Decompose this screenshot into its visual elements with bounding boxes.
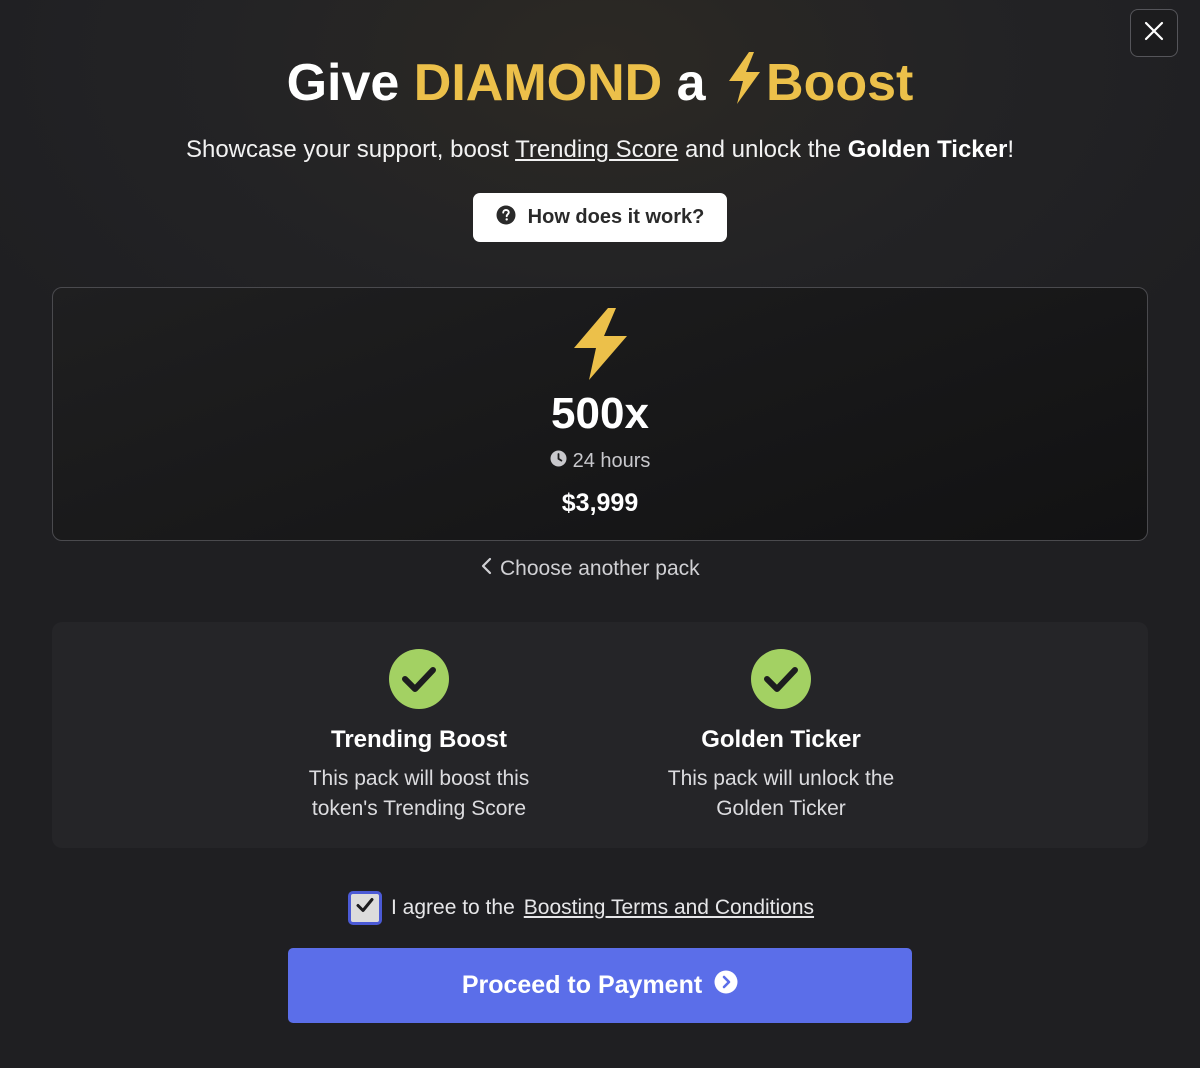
feature-title: Golden Ticker	[701, 726, 861, 753]
choose-another-label: Choose another pack	[500, 557, 700, 580]
title-token-name: DIAMOND	[413, 54, 663, 112]
modal-subtitle: Showcase your support, boost Trending Sc…	[0, 134, 1200, 166]
pack-duration: 24 hours	[0, 450, 1200, 473]
choose-another-pack-link[interactable]: Choose another pack	[480, 554, 724, 584]
arrow-right-circle-icon	[714, 970, 738, 1001]
feature-description: This pack will unlock the Golden Ticker	[631, 764, 931, 824]
question-circle-icon	[496, 205, 516, 231]
check-circle-icon	[269, 648, 569, 710]
pack-multiplier: 500x	[551, 389, 649, 438]
check-circle-icon	[631, 648, 931, 710]
trending-score-link[interactable]: Trending Score	[515, 136, 678, 163]
subtitle-end: !	[1007, 136, 1015, 163]
chevron-left-icon	[480, 557, 492, 581]
title-boost-word: Boost	[766, 54, 914, 112]
feature-golden-ticker: Golden Ticker This pack will unlock the …	[631, 622, 931, 824]
title-middle: a	[676, 54, 706, 112]
proceed-to-payment-button[interactable]: Proceed to Payment	[288, 948, 912, 1023]
feature-description: This pack will boost this token's Trendi…	[269, 764, 569, 824]
feature-description-line: Golden Ticker	[716, 797, 846, 820]
terms-checkbox[interactable]	[348, 891, 382, 925]
how-button-label: How does it work?	[527, 206, 705, 228]
subtitle-text-2: and unlock the	[684, 136, 842, 163]
feature-description-line: This pack will unlock the	[667, 767, 895, 790]
feature-description-line: This pack will boost this	[308, 767, 530, 790]
boost-modal: Give DIAMOND a Boost Showcase your suppo…	[0, 0, 1200, 1068]
pack-features: Trending Boost This pack will boost this…	[52, 622, 1148, 848]
pack-price: $3,999	[561, 489, 639, 517]
feature-description-line: token's Trending Score	[311, 797, 527, 820]
subtitle-text-1: Showcase your support, boost	[185, 136, 509, 163]
lightning-bolt-icon	[724, 50, 764, 121]
feature-title: Trending Boost	[331, 726, 507, 753]
pack-duration-label: 24 hours	[572, 450, 651, 472]
agreement-text: I agree to the	[391, 896, 515, 919]
close-icon	[1144, 21, 1164, 46]
golden-ticker-text: Golden Ticker	[847, 136, 1008, 163]
title-prefix: Give	[286, 54, 400, 112]
how-does-it-work-button[interactable]: How does it work?	[473, 193, 727, 242]
checkmark-icon	[355, 895, 375, 921]
clock-icon	[550, 450, 567, 473]
pack-lightning-bolt-icon	[570, 306, 630, 387]
proceed-button-label: Proceed to Payment	[461, 971, 703, 999]
feature-trending-boost: Trending Boost This pack will boost this…	[269, 622, 569, 824]
terms-agreement: I agree to the Boosting Terms and Condit…	[348, 890, 814, 926]
terms-link[interactable]: Boosting Terms and Conditions	[524, 896, 814, 920]
modal-title: Give DIAMOND a Boost	[0, 50, 1200, 121]
